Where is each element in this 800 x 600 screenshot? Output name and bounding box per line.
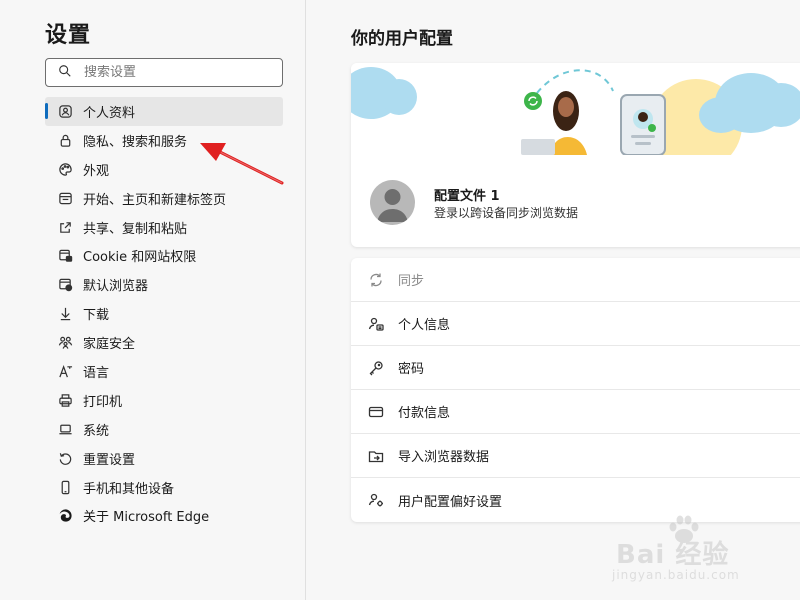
sync-row: 同步 xyxy=(351,258,800,302)
search-input[interactable] xyxy=(84,65,274,80)
sidebar-item-label: 开始、主页和新建标签页 xyxy=(83,192,227,208)
row-label: 导入浏览器数据 xyxy=(398,450,490,465)
passwords-row[interactable]: 密码 xyxy=(351,346,800,390)
payment-info-row[interactable]: 付款信息 xyxy=(351,390,800,434)
row-label: 用户配置偏好设置 xyxy=(398,494,503,510)
row-label: 同步 xyxy=(398,274,425,289)
sidebar-item-share-copy-paste[interactable]: 共享、复制和粘贴 xyxy=(45,213,283,242)
profile-banner-illustration xyxy=(351,63,800,155)
row-label: 密码 xyxy=(398,362,425,377)
language-icon xyxy=(57,363,73,379)
sidebar-item-label: 语言 xyxy=(83,365,110,381)
profile-card: 配置文件 1 登录以跨设备同步浏览数据 xyxy=(351,63,800,247)
main-content: 你的用户配置 配置文件 1 登录以跨设备同步浏览数据 同步 个人信息 密码 付款… xyxy=(307,0,800,600)
avatar[interactable] xyxy=(370,180,415,225)
cookie-icon xyxy=(57,248,73,264)
sidebar-item-label: 默认浏览器 xyxy=(83,279,149,295)
sidebar-item-label: 系统 xyxy=(83,423,110,439)
sidebar-item-label: 重置设置 xyxy=(83,452,136,468)
annotation-arrow xyxy=(200,143,284,185)
profile-icon xyxy=(57,103,73,119)
palette-icon xyxy=(57,161,73,177)
download-icon xyxy=(57,306,73,322)
page-title: 你的用户配置 xyxy=(351,29,453,49)
edge-icon xyxy=(57,508,73,524)
import-folder-icon xyxy=(367,447,385,465)
personal-info-row[interactable]: 个人信息 xyxy=(351,302,800,346)
key-icon xyxy=(367,359,385,377)
lock-icon xyxy=(57,132,73,148)
row-label: 个人信息 xyxy=(398,318,451,333)
watermark-text: Bai 经验 xyxy=(616,540,730,570)
sidebar-item-about-edge[interactable]: 关于 Microsoft Edge xyxy=(45,501,283,530)
sidebar-item-languages[interactable]: 语言 xyxy=(45,357,283,386)
profile-name: 配置文件 1 xyxy=(434,189,500,204)
sidebar-item-label: 个人资料 xyxy=(83,105,136,121)
sidebar-title: 设置 xyxy=(45,23,92,48)
sidebar-item-label: 外观 xyxy=(83,163,110,179)
profile-settings-list: 同步 个人信息 密码 付款信息 导入浏览器数据 用户配置偏好设置 xyxy=(351,258,800,522)
sidebar-item-reset-settings[interactable]: 重置设置 xyxy=(45,444,283,473)
sidebar-item-label: 手机和其他设备 xyxy=(83,481,175,497)
laptop-icon xyxy=(57,421,73,437)
sidebar-item-label: 隐私、搜索和服务 xyxy=(83,134,188,150)
sidebar-item-label: Cookie 和网站权限 xyxy=(83,250,197,266)
reset-icon xyxy=(57,450,73,466)
sidebar-item-label: 下载 xyxy=(83,308,110,324)
watermark-url: jingyan.baidu.com xyxy=(612,568,740,582)
search-box[interactable] xyxy=(45,58,283,87)
sidebar-item-family-safety[interactable]: 家庭安全 xyxy=(45,328,283,357)
sidebar-item-printers[interactable]: 打印机 xyxy=(45,386,283,415)
row-label: 付款信息 xyxy=(398,406,451,421)
settings-sidebar: 设置 个人资料 隐私、搜索和服务 外观 开始、主页和新建标签页 共享、复制和粘贴 xyxy=(0,0,306,600)
person-gear-icon xyxy=(367,491,385,509)
credit-card-icon xyxy=(367,403,385,421)
sidebar-item-cookies-permissions[interactable]: Cookie 和网站权限 xyxy=(45,241,283,270)
watermark-logo: Bai 经验 jingyan.baidu.com xyxy=(612,515,762,590)
family-icon xyxy=(57,335,73,351)
profile-subtitle: 登录以跨设备同步浏览数据 xyxy=(434,206,579,220)
sidebar-item-profile[interactable]: 个人资料 xyxy=(45,97,283,126)
sidebar-item-label: 家庭安全 xyxy=(83,337,136,353)
search-icon xyxy=(58,63,72,82)
sidebar-item-downloads[interactable]: 下载 xyxy=(45,299,283,328)
sidebar-item-label: 打印机 xyxy=(83,394,123,410)
printer-icon xyxy=(57,392,73,408)
sync-icon xyxy=(367,271,385,289)
browser-icon xyxy=(57,277,73,293)
sidebar-item-default-browser[interactable]: 默认浏览器 xyxy=(45,270,283,299)
sidebar-item-label: 关于 Microsoft Edge xyxy=(83,510,210,526)
phone-icon xyxy=(57,479,73,495)
profile-preferences-row[interactable]: 用户配置偏好设置 xyxy=(351,478,800,522)
sidebar-item-label: 共享、复制和粘贴 xyxy=(83,221,188,237)
share-icon xyxy=(57,219,73,235)
import-browser-data-row[interactable]: 导入浏览器数据 xyxy=(351,434,800,478)
sidebar-item-phone-devices[interactable]: 手机和其他设备 xyxy=(45,473,283,502)
sidebar-item-system[interactable]: 系统 xyxy=(45,415,283,444)
person-card-icon xyxy=(367,315,385,333)
home-tab-icon xyxy=(57,190,73,206)
